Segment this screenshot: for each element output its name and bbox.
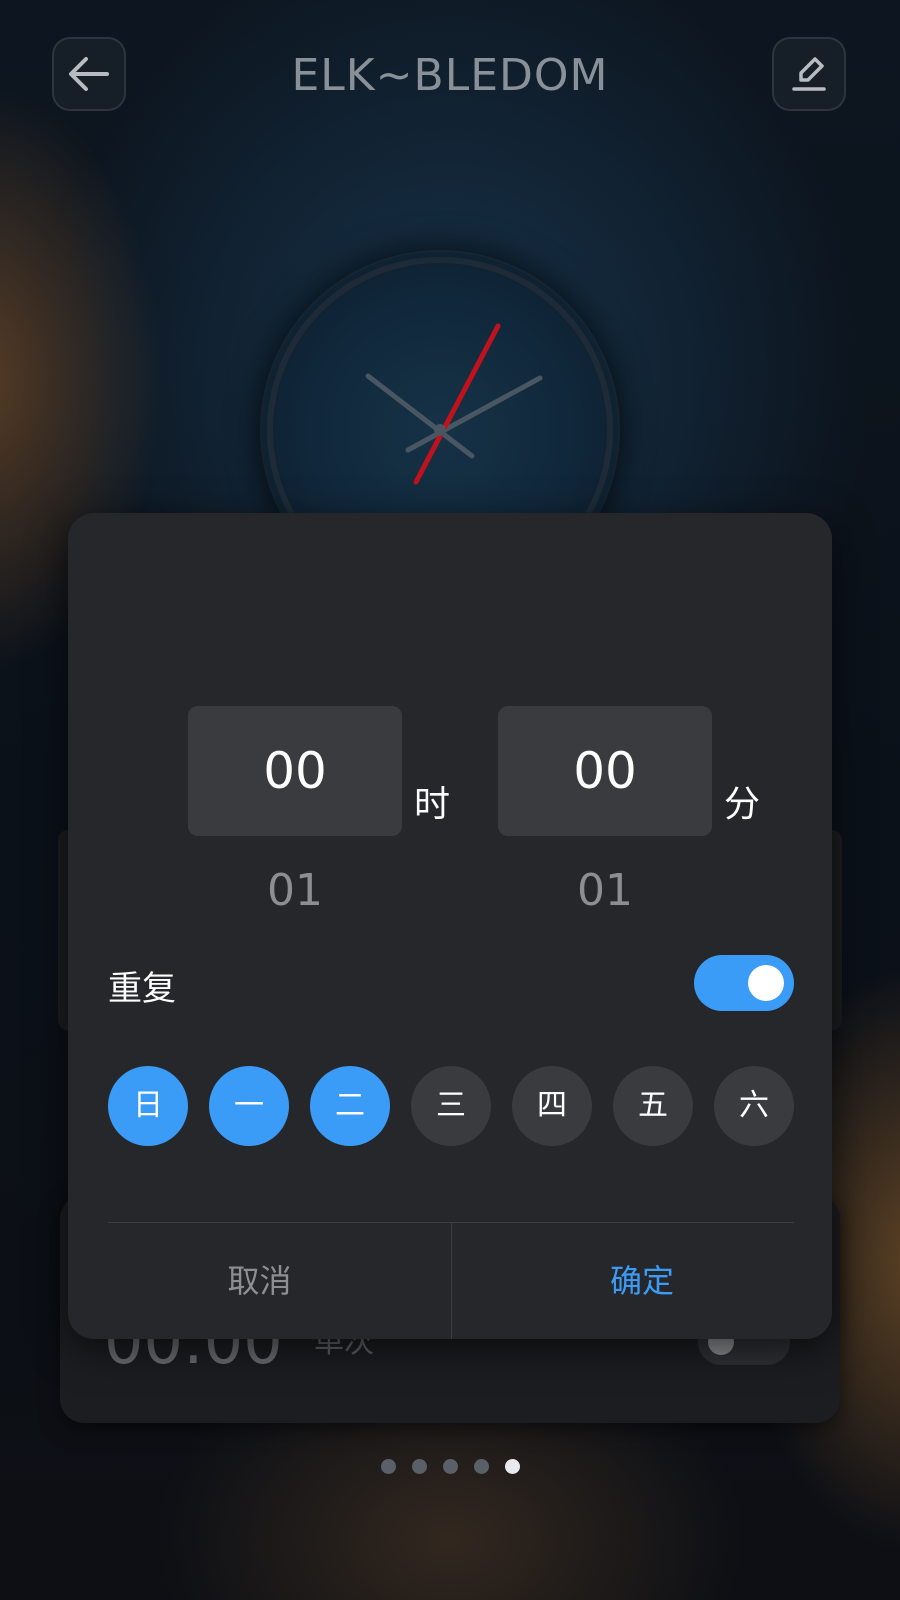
page-dot[interactable] [411,1459,427,1474]
weekday-button[interactable]: 日 [108,1066,188,1146]
page-indicator [0,1459,900,1474]
hour-picker-value[interactable]: 00 [188,706,402,836]
weekday-button[interactable]: 一 [209,1066,289,1146]
weekday-button[interactable]: 五 [613,1066,693,1146]
repeat-toggle[interactable] [694,955,794,1011]
page-dot[interactable] [380,1459,396,1474]
hour-unit-label: 时 [414,784,451,825]
time-picker-dialog: 00 时 01 00 分 01 重复 日一二三四五六 取消 确定 [68,513,832,1339]
weekday-button[interactable]: 六 [714,1066,794,1146]
pencil-icon [792,57,826,91]
minute-picker-value[interactable]: 00 [498,706,712,836]
page-title: ELK~BLEDOM [291,50,609,101]
cancel-button[interactable]: 取消 [68,1223,451,1339]
minute-unit-label: 分 [724,784,761,825]
screen: ELK~BLEDOM 00:00 单次 00 时 01 00 分 01 重复 日… [0,0,900,1600]
clock-minute-hand [405,375,543,453]
hour-picker-next[interactable]: 01 [188,865,402,916]
toggle-knob [748,965,784,1001]
weekday-button[interactable]: 二 [310,1066,390,1146]
weekday-selector: 日一二三四五六 [108,1066,794,1146]
clock-second-hand [413,323,501,485]
repeat-label: 重复 [108,969,176,1009]
confirm-button[interactable]: 确定 [452,1223,832,1339]
page-dot[interactable] [504,1459,520,1474]
page-dot[interactable] [442,1459,458,1474]
weekday-button[interactable]: 三 [411,1066,491,1146]
edit-button[interactable] [772,37,846,111]
weekday-button[interactable]: 四 [512,1066,592,1146]
page-dot[interactable] [473,1459,489,1474]
minute-picker-next[interactable]: 01 [498,865,712,916]
